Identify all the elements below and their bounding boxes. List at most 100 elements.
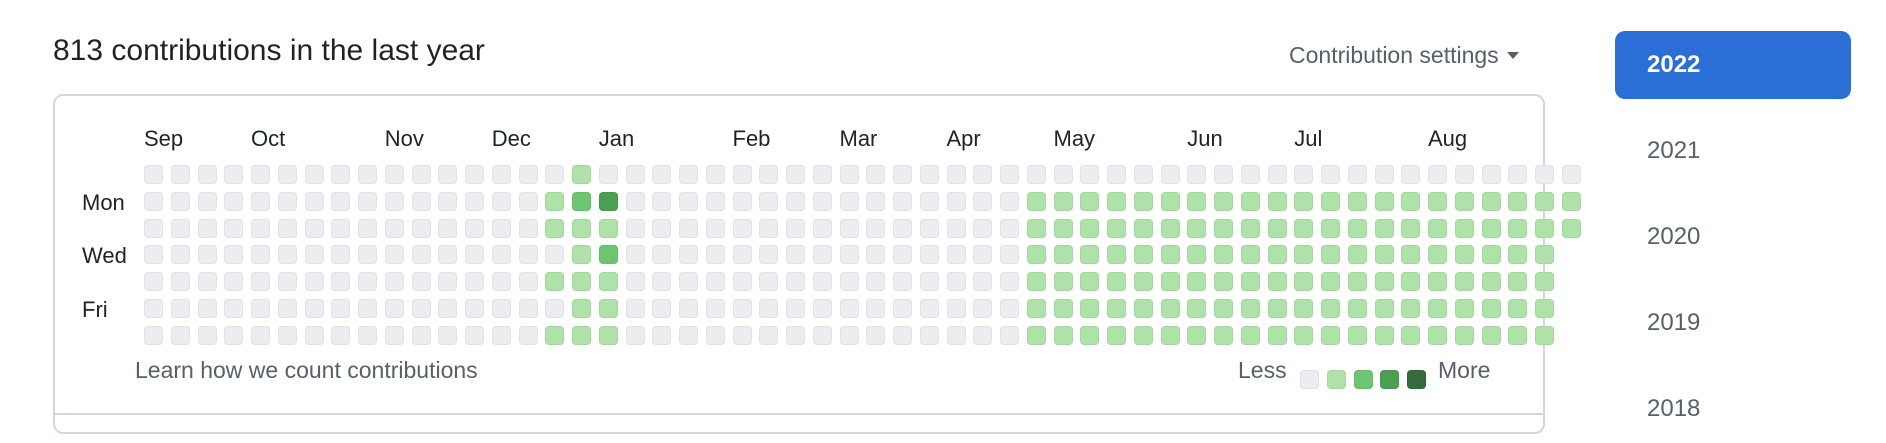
- contribution-day-cell[interactable]: [491, 191, 511, 211]
- contribution-day-cell[interactable]: [1401, 298, 1421, 318]
- contribution-day-cell[interactable]: [197, 191, 217, 211]
- contribution-day-cell[interactable]: [786, 245, 805, 265]
- contribution-day-cell[interactable]: [144, 218, 163, 238]
- contribution-day-cell[interactable]: [1160, 245, 1180, 265]
- contribution-day-cell[interactable]: [224, 165, 244, 184]
- contribution-day-cell[interactable]: [652, 325, 672, 345]
- contribution-day-cell[interactable]: [411, 218, 431, 238]
- contribution-day-cell[interactable]: [277, 165, 297, 184]
- contribution-day-cell[interactable]: [1294, 272, 1314, 291]
- contribution-day-cell[interactable]: [1374, 165, 1394, 184]
- contribution-day-cell[interactable]: [1240, 325, 1260, 345]
- contribution-day-cell[interactable]: [1294, 298, 1314, 318]
- contribution-day-cell[interactable]: [465, 191, 484, 211]
- contribution-day-cell[interactable]: [251, 191, 270, 211]
- contribution-day-cell[interactable]: [1508, 191, 1528, 211]
- contribution-day-cell[interactable]: [331, 218, 351, 238]
- contribution-day-cell[interactable]: [652, 165, 672, 184]
- contribution-day-cell[interactable]: [1026, 165, 1046, 184]
- contribution-day-cell[interactable]: [1187, 325, 1207, 345]
- contribution-day-cell[interactable]: [1321, 165, 1340, 184]
- contribution-day-cell[interactable]: [732, 272, 752, 291]
- contribution-day-cell[interactable]: [973, 245, 993, 265]
- contribution-day-cell[interactable]: [1454, 325, 1474, 345]
- contribution-day-cell[interactable]: [277, 325, 297, 345]
- contribution-day-cell[interactable]: [1535, 245, 1554, 265]
- contribution-day-cell[interactable]: [411, 165, 431, 184]
- contribution-day-cell[interactable]: [1535, 298, 1554, 318]
- contribution-day-cell[interactable]: [331, 325, 351, 345]
- contribution-day-cell[interactable]: [251, 298, 270, 318]
- contribution-day-cell[interactable]: [1347, 325, 1367, 345]
- contribution-day-cell[interactable]: [411, 298, 431, 318]
- contribution-day-cell[interactable]: [652, 272, 672, 291]
- contribution-day-cell[interactable]: [1535, 272, 1554, 291]
- contribution-day-cell[interactable]: [679, 272, 698, 291]
- contribution-day-cell[interactable]: [304, 191, 324, 211]
- contribution-day-cell[interactable]: [786, 165, 805, 184]
- contribution-day-cell[interactable]: [625, 165, 645, 184]
- contribution-day-cell[interactable]: [866, 245, 886, 265]
- contribution-day-cell[interactable]: [1294, 191, 1314, 211]
- contribution-day-cell[interactable]: [1535, 218, 1554, 238]
- contribution-day-cell[interactable]: [1294, 325, 1314, 345]
- contribution-day-cell[interactable]: [1107, 272, 1126, 291]
- contribution-day-cell[interactable]: [438, 272, 458, 291]
- contribution-day-cell[interactable]: [919, 218, 939, 238]
- contribution-day-cell[interactable]: [973, 298, 993, 318]
- contribution-day-cell[interactable]: [518, 218, 538, 238]
- contribution-day-cell[interactable]: [491, 218, 511, 238]
- contribution-day-cell[interactable]: [759, 191, 779, 211]
- contribution-day-cell[interactable]: [1133, 325, 1153, 345]
- contribution-day-cell[interactable]: [1026, 218, 1046, 238]
- contribution-day-cell[interactable]: [518, 298, 538, 318]
- contribution-day-cell[interactable]: [732, 218, 752, 238]
- contribution-day-cell[interactable]: [1428, 191, 1447, 211]
- contribution-day-cell[interactable]: [1026, 325, 1046, 345]
- contribution-day-cell[interactable]: [384, 191, 404, 211]
- contribution-day-cell[interactable]: [1374, 325, 1394, 345]
- contribution-day-cell[interactable]: [170, 191, 190, 211]
- contribution-day-cell[interactable]: [438, 325, 458, 345]
- contribution-day-cell[interactable]: [973, 272, 993, 291]
- contribution-day-cell[interactable]: [1481, 165, 1501, 184]
- contribution-day-cell[interactable]: [1267, 245, 1287, 265]
- contribution-day-cell[interactable]: [1053, 272, 1073, 291]
- contribution-day-cell[interactable]: [1428, 245, 1447, 265]
- contribution-day-cell[interactable]: [438, 165, 458, 184]
- contribution-day-cell[interactable]: [1347, 191, 1367, 211]
- contribution-day-cell[interactable]: [732, 298, 752, 318]
- contribution-day-cell[interactable]: [946, 298, 966, 318]
- contribution-day-cell[interactable]: [1321, 191, 1340, 211]
- contribution-day-cell[interactable]: [812, 272, 832, 291]
- contribution-day-cell[interactable]: [1535, 165, 1554, 184]
- contribution-day-cell[interactable]: [1053, 298, 1073, 318]
- contribution-day-cell[interactable]: [1347, 165, 1367, 184]
- contribution-day-cell[interactable]: [1347, 245, 1367, 265]
- contribution-day-cell[interactable]: [384, 325, 404, 345]
- contribution-day-cell[interactable]: [1401, 325, 1421, 345]
- contribution-day-cell[interactable]: [598, 191, 618, 211]
- contribution-day-cell[interactable]: [331, 272, 351, 291]
- contribution-day-cell[interactable]: [144, 298, 163, 318]
- contribution-day-cell[interactable]: [1080, 272, 1100, 291]
- contribution-day-cell[interactable]: [358, 245, 377, 265]
- contribution-day-cell[interactable]: [572, 272, 591, 291]
- contribution-day-cell[interactable]: [1267, 191, 1287, 211]
- contribution-day-cell[interactable]: [251, 165, 270, 184]
- contribution-day-cell[interactable]: [893, 298, 912, 318]
- contribution-day-cell[interactable]: [786, 272, 805, 291]
- contribution-day-cell[interactable]: [919, 245, 939, 265]
- contribution-day-cell[interactable]: [1401, 272, 1421, 291]
- contribution-day-cell[interactable]: [1214, 191, 1233, 211]
- contribution-day-cell[interactable]: [1080, 245, 1100, 265]
- year-2019[interactable]: 2019: [1615, 289, 1851, 357]
- contribution-day-cell[interactable]: [679, 298, 698, 318]
- contribution-day-cell[interactable]: [973, 218, 993, 238]
- contribution-day-cell[interactable]: [1374, 245, 1394, 265]
- contribution-day-cell[interactable]: [545, 325, 565, 345]
- contribution-day-cell[interactable]: [1160, 191, 1180, 211]
- contribution-day-cell[interactable]: [170, 245, 190, 265]
- contribution-day-cell[interactable]: [358, 165, 377, 184]
- contribution-day-cell[interactable]: [1401, 245, 1421, 265]
